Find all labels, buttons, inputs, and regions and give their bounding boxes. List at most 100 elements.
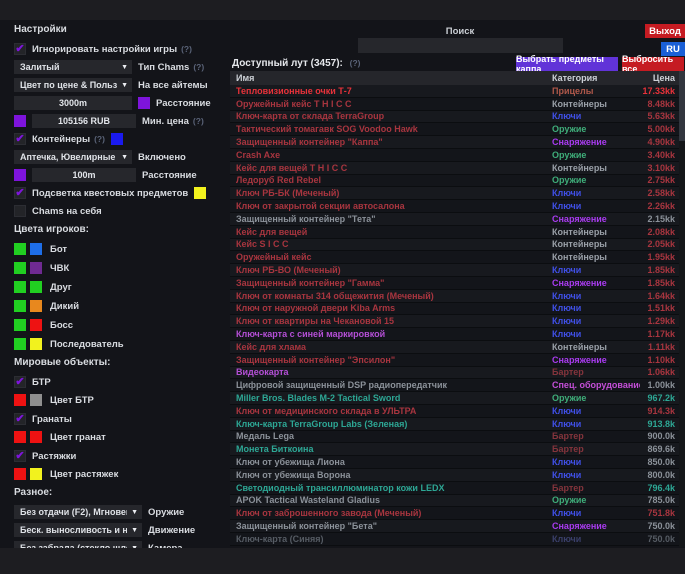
loot-row[interactable]: Ключ РБ-ВО (Меченый)Ключи1.85kk bbox=[230, 264, 679, 277]
player-color-row-secondary-swatch[interactable] bbox=[30, 300, 42, 312]
chams-type-dropdown[interactable]: Залитый ▼ bbox=[14, 60, 132, 74]
loot-item-name: Crash Axe bbox=[230, 150, 552, 160]
chevron-down-icon: ▼ bbox=[121, 82, 128, 89]
world-object-color-row-primary-swatch[interactable] bbox=[14, 468, 26, 480]
world-object-color-row-secondary-swatch[interactable] bbox=[30, 468, 42, 480]
loot-item-category: Ключи bbox=[552, 201, 640, 211]
loot-row[interactable]: Ключ от комнаты 314 общежития (Меченый)К… bbox=[230, 290, 679, 303]
loot-row[interactable]: Оружейный кейсКонтейнеры1.95kk bbox=[230, 251, 679, 264]
misc-dropdown[interactable]: Без отдачи (F2), Мгновенное п▼ bbox=[14, 505, 142, 519]
loot-row[interactable]: Ключ-карта с синей маркировкойКлючи1.17k… bbox=[230, 328, 679, 341]
loot-row[interactable]: Медаль LegaБартер900.0k bbox=[230, 431, 679, 444]
loot-item-category: Ключи bbox=[552, 303, 640, 313]
loot-row[interactable]: Crash AxeОружие3.40kk bbox=[230, 149, 679, 162]
help-icon[interactable]: (?) bbox=[193, 116, 204, 126]
loot-row[interactable]: Ключ от квартиры на Чекановой 15Ключи1.2… bbox=[230, 315, 679, 328]
column-header-price[interactable]: Цена bbox=[640, 73, 679, 83]
loot-row[interactable]: Защищенный контейнер "Бета"Снаряжение750… bbox=[230, 520, 679, 533]
loot-row[interactable]: Кейс для хламаКонтейнеры1.11kk bbox=[230, 341, 679, 354]
distance-input[interactable]: 3000m bbox=[14, 96, 132, 110]
world-object-checkbox[interactable] bbox=[14, 376, 26, 388]
loot-row[interactable]: Ключ от закрытой секции автосалонаКлючи2… bbox=[230, 200, 679, 213]
quest-items-color-swatch[interactable] bbox=[194, 187, 206, 199]
world-object-check-row: Гранаты bbox=[12, 412, 230, 426]
loot-row[interactable]: Ключ от медицинского склада в УЛЬТРАКлюч… bbox=[230, 405, 679, 418]
player-color-row-primary-swatch[interactable] bbox=[14, 281, 26, 293]
world-object-color-row-primary-swatch[interactable] bbox=[14, 431, 26, 443]
loot-row[interactable]: Тепловизионные очки Т-7Прицелы17.33kk bbox=[230, 85, 679, 98]
loot-row[interactable]: Ключ-карта от склада TerraGroupКлючи5.63… bbox=[230, 111, 679, 124]
column-header-category[interactable]: Категория bbox=[552, 73, 640, 83]
world-object-checkbox[interactable] bbox=[14, 413, 26, 425]
loot-row[interactable]: APOK Tactical Wasteland GladiusОружие785… bbox=[230, 495, 679, 508]
containers-color-swatch[interactable] bbox=[111, 133, 123, 145]
player-color-row-primary-swatch[interactable] bbox=[14, 338, 26, 350]
chevron-down-icon: ▼ bbox=[131, 509, 138, 516]
loot-row[interactable]: Монета БиткоинаБартер869.6k bbox=[230, 443, 679, 456]
player-color-row-primary-swatch[interactable] bbox=[14, 319, 26, 331]
color-mode-dropdown[interactable]: Цвет по цене & Пользователь ▼ bbox=[14, 78, 132, 92]
search-input[interactable] bbox=[358, 38, 563, 53]
player-color-row-primary-swatch[interactable] bbox=[14, 262, 26, 274]
world-object-checkbox[interactable] bbox=[14, 450, 26, 462]
loot-row[interactable]: Кейс для вещейКонтейнеры2.08kk bbox=[230, 226, 679, 239]
select-kappa-items-button[interactable]: Выбрать предметы каппа bbox=[516, 57, 618, 71]
misc-dropdown[interactable]: Беск. выносливость и нет уста▼ bbox=[14, 523, 142, 537]
player-color-row-secondary-swatch[interactable] bbox=[30, 319, 42, 331]
loot-row[interactable]: Оружейный кейс T H I C CКонтейнеры8.48kk bbox=[230, 98, 679, 111]
player-color-row-secondary-swatch[interactable] bbox=[30, 281, 42, 293]
loot-scrollbar-thumb[interactable] bbox=[679, 71, 685, 141]
loot-row[interactable]: Кейс для вещей T H I C CКонтейнеры3.10kk bbox=[230, 162, 679, 175]
loot-row[interactable]: Защищенный контейнер "Гамма"Снаряжение1.… bbox=[230, 277, 679, 290]
loot-row[interactable]: Ключ от заброшенного завода (Меченый)Клю… bbox=[230, 507, 679, 520]
loot-scrollbar[interactable] bbox=[679, 71, 685, 547]
min-price-input[interactable]: 105156 RUB bbox=[32, 114, 136, 128]
loot-row[interactable]: Miller Bros. Blades M-2 Tactical SwordОр… bbox=[230, 392, 679, 405]
container-types-dropdown[interactable]: Аптечка, Ювелирные и... ▼ bbox=[14, 150, 132, 164]
distance-color-swatch[interactable] bbox=[138, 97, 150, 109]
loot-row[interactable]: Защищенный контейнер "Эпсилон"Снаряжение… bbox=[230, 354, 679, 367]
loot-row[interactable]: Защищенный контейнер "Тета"Снаряжение2.1… bbox=[230, 213, 679, 226]
loot-item-price: 2.26kk bbox=[640, 201, 679, 211]
loot-item-name: Ключ-карта (Синяя) bbox=[230, 534, 552, 544]
chams-self-checkbox[interactable] bbox=[14, 205, 26, 217]
min-price-color-swatch[interactable] bbox=[14, 115, 26, 127]
player-color-row-primary-swatch[interactable] bbox=[14, 300, 26, 312]
chams-self-row: Chams на себя bbox=[12, 204, 230, 218]
loot-title-text: Доступный лут (3457): bbox=[232, 58, 343, 69]
player-color-row-secondary-swatch[interactable] bbox=[30, 243, 42, 255]
exit-button[interactable]: Выход bbox=[645, 24, 685, 38]
loot-row[interactable]: Ключ-карта TerraGroup Labs (Зеленая)Ключ… bbox=[230, 418, 679, 431]
loot-row[interactable]: Ключ-карта (Синяя)Ключи750.0k bbox=[230, 533, 679, 546]
loot-row[interactable]: Ключ РБ-БК (Меченый)Ключи2.58kk bbox=[230, 187, 679, 200]
containers-checkbox[interactable] bbox=[14, 133, 26, 145]
world-object-color-row-secondary-swatch[interactable] bbox=[30, 394, 42, 406]
container-distance-input[interactable]: 100m bbox=[32, 168, 136, 182]
drop-all-button[interactable]: Выбросить все bbox=[622, 57, 684, 71]
loot-row[interactable]: Ключ от убежища ЛионаКлючи850.0k bbox=[230, 456, 679, 469]
player-color-row-primary-swatch[interactable] bbox=[14, 243, 26, 255]
world-object-color-row-secondary-swatch[interactable] bbox=[30, 431, 42, 443]
column-header-name[interactable]: Имя bbox=[230, 73, 552, 83]
loot-row[interactable]: Тактический томагавк SOG Voodoo HawkОруж… bbox=[230, 123, 679, 136]
help-icon[interactable]: (?) bbox=[181, 44, 192, 54]
player-color-row-label: Бот bbox=[50, 244, 67, 255]
loot-row[interactable]: Ключ от убежища ВоронаКлючи800.0k bbox=[230, 469, 679, 482]
loot-row[interactable]: Светодиодный трансиллюминатор кожи LEDXБ… bbox=[230, 482, 679, 495]
quest-items-checkbox[interactable] bbox=[14, 187, 26, 199]
player-color-row-secondary-swatch[interactable] bbox=[30, 338, 42, 350]
help-icon[interactable]: (?) bbox=[350, 58, 361, 68]
loot-row[interactable]: Кейс S I C CКонтейнеры2.05kk bbox=[230, 239, 679, 252]
help-icon[interactable]: (?) bbox=[94, 134, 105, 144]
loot-row[interactable]: Цифровой защищенный DSP радиопередатчикС… bbox=[230, 379, 679, 392]
world-object-color-row-primary-swatch[interactable] bbox=[14, 394, 26, 406]
loot-row[interactable]: Ключ от наружной двери Kiba ArmsКлючи1.5… bbox=[230, 303, 679, 316]
player-color-row-secondary-swatch[interactable] bbox=[30, 262, 42, 274]
container-distance-color-swatch[interactable] bbox=[14, 169, 26, 181]
player-color-row-label: Босс bbox=[50, 320, 73, 331]
loot-row[interactable]: Защищенный контейнер "Каппа"Снаряжение4.… bbox=[230, 136, 679, 149]
help-icon[interactable]: (?) bbox=[193, 62, 204, 72]
loot-row[interactable]: ВидеокартаБартер1.06kk bbox=[230, 367, 679, 380]
loot-row[interactable]: Ледоруб Red RebelОружие2.75kk bbox=[230, 175, 679, 188]
ignore-game-settings-checkbox[interactable] bbox=[14, 43, 26, 55]
